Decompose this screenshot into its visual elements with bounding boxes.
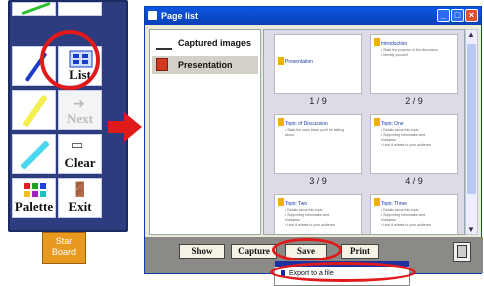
slide-marker bbox=[278, 198, 284, 206]
page-thumbnail[interactable]: Topic Two • Details about this topic • S… bbox=[274, 194, 362, 234]
presentation-icon bbox=[156, 58, 168, 71]
palette-button[interactable]: Palette bbox=[12, 178, 56, 218]
thumbnail-title: Topic One bbox=[381, 121, 404, 127]
page-thumbnail[interactable]: Topic of Discussion • State the main ide… bbox=[274, 114, 362, 174]
sidebar-item-captured-images[interactable]: Captured images bbox=[152, 34, 258, 52]
page-list-window: Page list _ □ × Captured images Presenta… bbox=[144, 6, 483, 274]
window-title: Page list bbox=[161, 11, 199, 21]
sidebar-item-presentation[interactable]: Presentation bbox=[152, 56, 258, 74]
clear-button[interactable]: ▭ Clear bbox=[58, 134, 102, 174]
starboard-logo-line2: Board bbox=[51, 247, 77, 257]
slide-marker bbox=[374, 118, 380, 126]
title-bar: Page list _ □ × bbox=[145, 7, 481, 25]
cyan-highlighter-tool[interactable] bbox=[12, 134, 56, 174]
green-pen-tool[interactable] bbox=[12, 1, 56, 16]
window-icon bbox=[148, 11, 157, 20]
show-button[interactable]: Show bbox=[179, 244, 225, 259]
page-number: 2 / 9 bbox=[405, 96, 423, 106]
thumbnail-title: Topic Three bbox=[381, 201, 408, 207]
thumbnail-text: • Details about this topic • Supporting … bbox=[381, 208, 432, 227]
highlight-circle-export bbox=[270, 262, 416, 282]
thumbnail-title: Introduction bbox=[381, 41, 408, 47]
slide-marker bbox=[374, 38, 380, 46]
trash-icon bbox=[457, 245, 467, 258]
thumbnail-text: • State the purpose of the discussion • … bbox=[381, 48, 438, 57]
slide-marker bbox=[278, 118, 284, 126]
close-button[interactable]: × bbox=[465, 9, 478, 22]
page-number: 1 / 9 bbox=[309, 96, 327, 106]
thumbnail-title: Presentation bbox=[285, 59, 314, 65]
scroll-down-icon[interactable]: ▼ bbox=[467, 225, 475, 234]
exit-door-icon: 🚪 bbox=[71, 181, 89, 197]
scroll-thumb[interactable] bbox=[467, 44, 476, 194]
highlight-circle-list bbox=[40, 30, 100, 90]
trash-button[interactable] bbox=[453, 242, 471, 262]
starboard-logo-line1: Star bbox=[55, 236, 73, 246]
pencil-icon bbox=[156, 36, 172, 50]
page-thumbnail[interactable]: Presentation bbox=[274, 34, 362, 94]
scroll-up-icon[interactable]: ▲ bbox=[467, 30, 475, 39]
starboard-logo[interactable]: Star Board bbox=[42, 232, 86, 264]
sidebar-item-label: Captured images bbox=[178, 38, 252, 48]
print-button[interactable]: Print bbox=[341, 244, 379, 259]
thumbnail-title: Topic Two bbox=[285, 201, 308, 207]
thumbnail-text: • Details about this topic • Supporting … bbox=[381, 128, 432, 147]
thumbnail-text: • Details about this topic • Supporting … bbox=[285, 208, 336, 227]
page-number: 4 / 9 bbox=[405, 176, 423, 186]
clear-label: Clear bbox=[64, 155, 96, 170]
palette-icon bbox=[24, 183, 46, 197]
exit-button[interactable]: 🚪 Exit bbox=[58, 178, 102, 218]
red-arrow-icon bbox=[108, 112, 142, 142]
thumbnail-title: Topic of Discussion bbox=[285, 121, 328, 127]
page-thumbnail[interactable]: Introduction • State the purpose of the … bbox=[370, 34, 458, 94]
page-number: 3 / 9 bbox=[309, 176, 327, 186]
vertical-scrollbar[interactable]: ▲ ▼ bbox=[465, 29, 478, 235]
thumbnail-grid: Presentation 1 / 9 Introduction • State … bbox=[263, 29, 465, 235]
exit-label: Exit bbox=[68, 199, 92, 214]
slide-marker bbox=[374, 198, 380, 206]
page-thumbnail[interactable]: Topic Three • Details about this topic •… bbox=[370, 194, 458, 234]
palette-label: Palette bbox=[14, 199, 54, 214]
yellow-highlighter-tool[interactable] bbox=[12, 90, 56, 130]
blank-tool[interactable] bbox=[58, 2, 102, 16]
capture-button[interactable]: Capture bbox=[231, 244, 277, 259]
highlight-circle-save bbox=[272, 238, 342, 262]
clear-icon: ▭ bbox=[71, 137, 84, 152]
thumbnail-text: • State the main ideas you'll be talking… bbox=[285, 128, 344, 137]
maximize-button[interactable]: □ bbox=[451, 9, 464, 22]
sidebar-item-label: Presentation bbox=[178, 60, 233, 70]
minimize-button[interactable]: _ bbox=[437, 9, 450, 22]
page-source-list: Captured images Presentation bbox=[149, 29, 261, 235]
page-thumbnail[interactable]: Topic One • Details about this topic • S… bbox=[370, 114, 458, 174]
next-label: Next bbox=[67, 111, 93, 126]
next-button[interactable]: ➜ Next bbox=[58, 90, 102, 130]
slide-marker bbox=[278, 57, 284, 65]
next-arrow-icon: ➜ bbox=[73, 95, 85, 111]
